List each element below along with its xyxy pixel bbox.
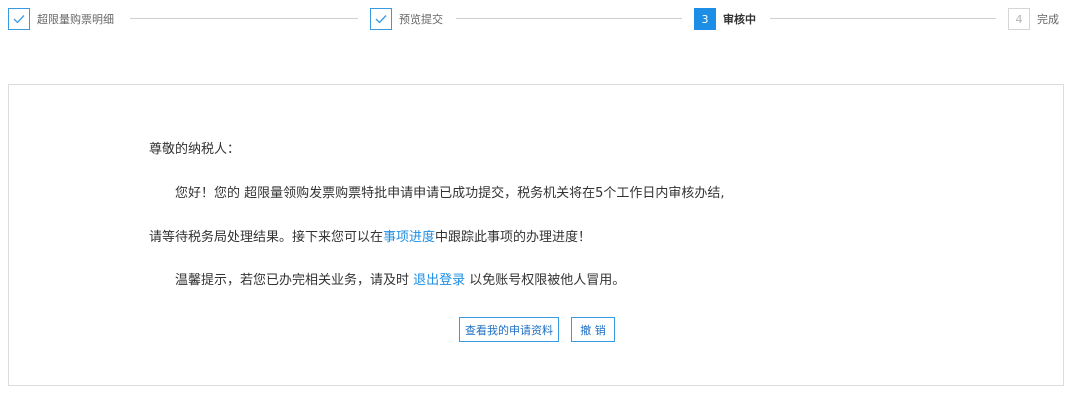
application-status-page: 超限量购票明细 预览提交 3 审核中 4 完成 尊敬的纳税人： 您好！您的 超限… — [0, 0, 1080, 405]
logout-reminder-prefix: 温馨提示，若您已办完相关业务，请及时 — [175, 273, 414, 288]
logout-reminder-suffix: 以免账号权限被他人冒用。 — [465, 273, 626, 288]
matter-progress-link[interactable]: 事项进度 — [383, 230, 435, 245]
progress-tracking-message: 请等待税务局处理结果。接下来您可以在事项进度中跟踪此事项的办理进度！ — [149, 226, 591, 245]
step-2: 预览提交 — [370, 7, 443, 31]
step-4: 4 完成 — [1008, 7, 1059, 31]
check-icon — [370, 8, 392, 30]
step-3-number: 3 — [694, 8, 716, 30]
submission-notice-card: 尊敬的纳税人： 您好！您的 超限量领购发票购票特批申请申请已成功提交，税务机关将… — [8, 84, 1064, 386]
logout-link[interactable]: 退出登录 — [413, 273, 465, 288]
progress-stepper: 超限量购票明细 预览提交 3 审核中 4 完成 — [8, 7, 1072, 31]
progress-tracking-prefix: 请等待税务局处理结果。接下来您可以在 — [149, 230, 384, 245]
step-3-label: 审核中 — [723, 13, 756, 26]
progress-tracking-suffix: 中跟踪此事项的办理进度！ — [435, 230, 592, 245]
step-3: 3 审核中 — [694, 7, 756, 31]
logout-reminder-message: 温馨提示，若您已办完相关业务，请及时 退出登录 以免账号权限被他人冒用。 — [175, 269, 625, 288]
view-application-button[interactable]: 查看我的申请资料 — [459, 317, 559, 342]
step-connector-2 — [456, 18, 682, 19]
step-2-label: 预览提交 — [399, 13, 443, 26]
step-1-label: 超限量购票明细 — [37, 13, 114, 26]
submission-message: 您好！您的 超限量领购发票购票特批申请申请已成功提交，税务机关将在5个工作日内审… — [175, 186, 725, 201]
step-4-label: 完成 — [1037, 13, 1059, 26]
step-4-number: 4 — [1008, 8, 1030, 30]
step-connector-1 — [130, 18, 358, 19]
check-icon — [8, 8, 30, 30]
step-connector-3 — [770, 18, 996, 19]
action-buttons: 查看我的申请资料 撤 销 — [459, 317, 615, 342]
greeting-text: 尊敬的纳税人： — [149, 142, 241, 157]
step-1: 超限量购票明细 — [8, 7, 114, 31]
revoke-button[interactable]: 撤 销 — [571, 317, 615, 342]
